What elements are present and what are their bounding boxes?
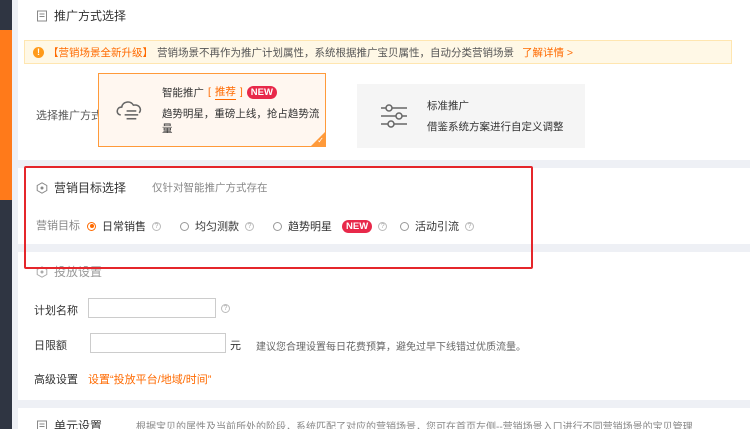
advanced-settings-label: 高级设置: [34, 374, 78, 386]
sliders-icon: [381, 104, 407, 128]
promotion-method-title: 推广方式选择: [36, 7, 126, 24]
highlight-box: [24, 166, 533, 269]
notice-details-link[interactable]: 了解详情 >: [522, 45, 573, 60]
standard-promotion-title: 标准推广: [427, 100, 469, 112]
smart-cloud-icon: [116, 101, 142, 120]
budget-unit: 元: [230, 340, 241, 352]
daily-budget-input[interactable]: [90, 333, 226, 353]
standard-promotion-card[interactable]: 标准推广 借鉴系统方案进行自定义调整: [357, 84, 585, 148]
new-badge: NEW: [246, 85, 277, 99]
advanced-settings-link[interactable]: 设置“投放平台/地域/时间”: [88, 371, 211, 387]
left-nav-strip: [0, 0, 12, 429]
plan-name-input[interactable]: [88, 298, 216, 318]
help-icon[interactable]: ?: [221, 304, 230, 313]
recommend-tag: 推荐: [214, 86, 236, 100]
budget-hint: 建议您合理设置每日花费预算，避免过早下线错过优质流量。: [256, 342, 526, 353]
document-icon: [37, 420, 47, 429]
left-nav-active-marker: [0, 30, 12, 200]
document-icon: [37, 10, 47, 21]
smart-promotion-desc: 趋势明星，重磅上线，抢占趋势流量: [161, 108, 320, 135]
unit-settings-title: 单元设置 根据宝贝的属性及当前所处的阶段，系统匹配了对应的营销场景，您可在首页左…: [36, 417, 693, 429]
notice-tag: 【营销场景全新升级】: [48, 46, 153, 59]
warning-icon: !: [33, 46, 44, 58]
plan-name-label: 计划名称: [34, 305, 78, 317]
unit-settings-hint: 根据宝贝的属性及当前所处的阶段，系统匹配了对应的营销场景，您可在首页左侧--营销…: [136, 422, 693, 429]
smart-promotion-card[interactable]: 智能推广 [推荐] NEW 趋势明星，重磅上线，抢占趋势流量 ✓: [98, 73, 326, 147]
daily-budget-label: 日限额: [34, 340, 67, 352]
standard-promotion-desc: 借鉴系统方案进行自定义调整: [427, 121, 564, 133]
check-icon: ✓: [317, 136, 324, 145]
unit-settings-panel: 单元设置 根据宝贝的属性及当前所处的阶段，系统匹配了对应的营销场景，您可在首页左…: [18, 408, 750, 429]
notice-text: 营销场景不再作为推广计划属性，系统根据推广宝贝属性，自动分类营销场景: [157, 46, 514, 59]
smart-promotion-title: 智能推广: [161, 86, 204, 99]
upgrade-notice: ! 【营销场景全新升级】 营销场景不再作为推广计划属性，系统根据推广宝贝属性，自…: [24, 40, 732, 64]
